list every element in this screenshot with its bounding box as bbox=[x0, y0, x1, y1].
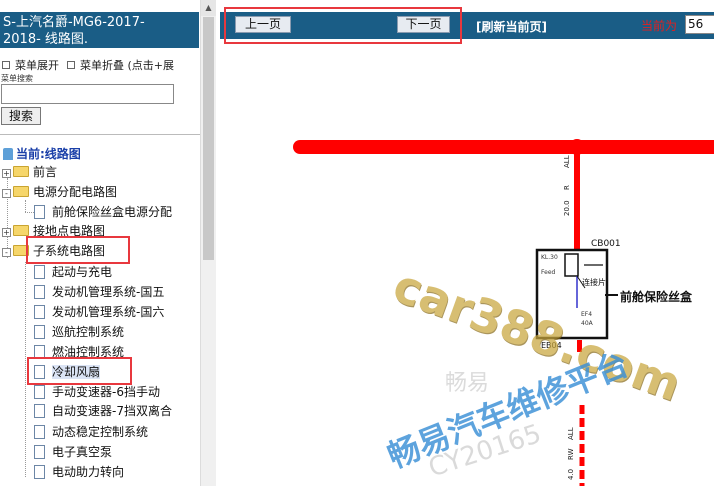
tree-item-cruise-control[interactable]: 巡航控制系统 bbox=[34, 323, 124, 343]
folder-open-icon bbox=[13, 186, 29, 197]
tree-item-engine-mgmt-6[interactable]: 发动机管理系统-国六 bbox=[34, 303, 164, 323]
tree-item-label[interactable]: 手动变速器-6挡手动 bbox=[52, 385, 160, 399]
tree-connector bbox=[25, 262, 26, 477]
scroll-thumb[interactable] bbox=[203, 17, 214, 260]
document-icon bbox=[34, 445, 45, 459]
tree-item-power-steering[interactable]: 电动助力转向 bbox=[34, 463, 124, 483]
search-button[interactable]: 搜索 bbox=[1, 107, 41, 125]
tree-item-manual-transmission[interactable]: 手动变速器-6挡手动 bbox=[34, 383, 160, 403]
tree-item-label[interactable]: 自动变速器-7挡双离合 bbox=[52, 404, 172, 418]
tree-root-label: 当前:线路图 bbox=[16, 147, 81, 161]
tree-folder-power-distribution[interactable]: - 电源分配电路图 bbox=[2, 183, 117, 203]
highlight-box bbox=[27, 357, 132, 385]
tree-folder-label[interactable]: 前言 bbox=[33, 165, 57, 179]
document-icon bbox=[34, 205, 45, 219]
globe-icon bbox=[3, 148, 13, 160]
document-icon bbox=[34, 404, 45, 418]
tree-item-auto-transmission[interactable]: 自动变速器-7挡双离合 bbox=[34, 402, 172, 422]
tree-item-label[interactable]: 发动机管理系统-国六 bbox=[52, 305, 164, 319]
tree-folder-label[interactable]: 电源分配电路图 bbox=[33, 185, 117, 199]
fuse-connector bbox=[564, 253, 579, 277]
expand-checkbox[interactable] bbox=[2, 61, 10, 69]
tree-root: 当前:线路图 bbox=[3, 145, 81, 162]
document-icon bbox=[34, 385, 45, 399]
document-icon bbox=[34, 325, 45, 339]
expander-plus-icon[interactable]: + bbox=[2, 228, 11, 237]
tree-item-stability-control[interactable]: 动态稳定控制系统 bbox=[34, 423, 148, 443]
power-bus bbox=[300, 140, 714, 154]
tree-item-label[interactable]: 电动助力转向 bbox=[52, 465, 124, 479]
highlight-box bbox=[26, 236, 130, 264]
page-number-input[interactable]: 56 bbox=[685, 15, 714, 34]
page-number-label: 当前为 bbox=[641, 19, 678, 33]
document-title: S-上汽名爵-MG6-2017- 2018- 线路图. bbox=[0, 12, 199, 48]
document-icon bbox=[34, 285, 45, 299]
highlight-box bbox=[224, 7, 462, 44]
diagram-frame: 上一页 下一页 [刷新当前页] 当前为 56 ALL R 20.0 CB001 … bbox=[220, 0, 714, 486]
search-label: 菜单搜索 bbox=[1, 74, 33, 83]
tree-item-label[interactable]: 起动与充电 bbox=[52, 265, 112, 279]
bus-endcap bbox=[293, 140, 307, 154]
document-icon bbox=[34, 305, 45, 319]
collapse-checkbox[interactable] bbox=[67, 61, 75, 69]
menu-toggle-row: 菜单展开 菜单折叠 (点击+展 bbox=[2, 57, 174, 73]
sidebar-scrollbar[interactable]: ▲ bbox=[200, 0, 216, 486]
scroll-up-icon[interactable]: ▲ bbox=[201, 0, 216, 16]
document-icon bbox=[34, 465, 45, 479]
search-input[interactable] bbox=[1, 84, 174, 104]
tree-item-label[interactable]: 发动机管理系统-国五 bbox=[52, 285, 164, 299]
tree-folder-foreword[interactable]: + 前言 bbox=[2, 163, 57, 183]
tree-item-front-fuse-power[interactable]: 前舱保险丝盒电源分配 bbox=[34, 203, 172, 223]
tree-item-label[interactable]: 电子真空泵 bbox=[52, 445, 112, 459]
menu-expand-link[interactable]: 菜单展开 bbox=[15, 59, 59, 72]
tree-item-label[interactable]: 巡航控制系统 bbox=[52, 325, 124, 339]
app-window: S-上汽名爵-MG6-2017- 2018- 线路图. 菜单展开 菜单折叠 (点击… bbox=[0, 0, 714, 486]
navigation-frame: S-上汽名爵-MG6-2017- 2018- 线路图. 菜单展开 菜单折叠 (点击… bbox=[0, 0, 216, 486]
tree-item-label[interactable]: 前舱保险丝盒电源分配 bbox=[52, 205, 172, 219]
expander-minus-icon[interactable]: - bbox=[2, 189, 11, 198]
tree-item-vacuum-pump[interactable]: 电子真空泵 bbox=[34, 443, 112, 463]
tree-item-label[interactable]: 动态稳定控制系统 bbox=[52, 425, 148, 439]
document-title-line1: S-上汽名爵-MG6-2017- bbox=[3, 15, 145, 30]
folder-icon bbox=[13, 225, 29, 236]
navigation-content: S-上汽名爵-MG6-2017- 2018- 线路图. 菜单展开 菜单折叠 (点击… bbox=[0, 0, 200, 486]
wiring-diagram: ALL R 20.0 CB001 KL.30 Feed 连接片 前舱保险丝盒 E… bbox=[220, 40, 714, 486]
menu-collapse-link[interactable]: 菜单折叠 (点击+展 bbox=[80, 59, 174, 72]
tree-item-starting-charging[interactable]: 起动与充电 bbox=[34, 263, 112, 283]
document-title-line2: 2018- 线路图. bbox=[3, 32, 89, 47]
tree-item-engine-mgmt-5[interactable]: 发动机管理系统-国五 bbox=[34, 283, 164, 303]
wiring-diagram-canvas bbox=[293, 139, 714, 486]
document-icon bbox=[34, 265, 45, 279]
feed-wire bbox=[574, 150, 580, 254]
expander-minus-icon[interactable]: - bbox=[2, 248, 11, 257]
tree-connector bbox=[25, 212, 34, 213]
refresh-link[interactable]: [刷新当前页] bbox=[476, 18, 547, 35]
document-icon bbox=[34, 425, 45, 439]
output-wire bbox=[577, 340, 582, 352]
expander-plus-icon[interactable]: + bbox=[2, 169, 11, 178]
folder-icon bbox=[13, 166, 29, 177]
divider bbox=[0, 134, 200, 135]
